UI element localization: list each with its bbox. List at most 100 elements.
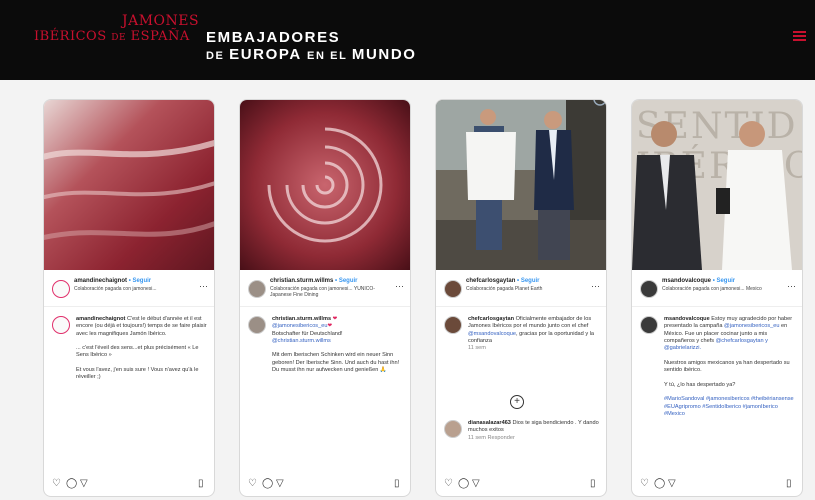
share-icon[interactable]: ▽ — [472, 478, 483, 489]
follow-button[interactable]: • Seguir — [129, 278, 151, 284]
heart-icon[interactable]: ♡ — [52, 478, 63, 489]
brand-logo-red[interactable]: JAMONES IBÉRICOS DE ESPAÑA — [34, 13, 199, 46]
logo-ibericos: IBÉRICOS DE ESPAÑA — [34, 29, 199, 46]
share-icon[interactable]: ▽ — [276, 478, 287, 489]
post-actions: ♡ ◯ ▽ ▯ — [52, 478, 206, 490]
caption-body-3: Et vous l'avez, j'en suis sure ! Vous n'… — [76, 367, 199, 381]
follow-label: Seguir — [338, 278, 358, 284]
brand-logo-embajadores[interactable]: EMBAJADORES DE EUROPA EN EL MUNDO — [206, 29, 417, 65]
follow-label: Seguir — [716, 278, 736, 284]
share-icon[interactable]: ▽ — [80, 478, 91, 489]
logo-europa: EUROPA — [229, 46, 308, 63]
collab-label: Colaboración pagada con jamonesi... Mexi… — [662, 286, 762, 292]
follow-button[interactable]: • Seguir — [335, 278, 357, 284]
heart-icon[interactable]: ♡ — [248, 478, 259, 489]
post-username[interactable]: chefcarlosgaytan • Seguir — [466, 278, 539, 284]
logo-en-el: EN EL — [307, 50, 352, 62]
collab-label: Colaboración pagada Planet Earth — [466, 286, 543, 292]
avatar[interactable] — [52, 280, 70, 298]
avatar[interactable] — [444, 420, 462, 438]
heart-icon[interactable]: ♡ — [640, 478, 651, 489]
mention-link[interactable]: @msandovalcoque — [468, 331, 516, 337]
follow-label: Seguir — [520, 278, 540, 284]
post-header: christian.sturm.willms • Seguir Colabora… — [240, 272, 410, 307]
reply-meta[interactable]: 11 sem Responder — [468, 435, 515, 441]
collab-label: Colaboración pagada con jamonesi... YUNI… — [270, 286, 375, 298]
post-image-chefs-jacket[interactable] — [436, 100, 606, 270]
bookmark-icon[interactable]: ▯ — [198, 478, 209, 489]
bookmark-icon[interactable]: ▯ — [786, 478, 797, 489]
bookmark-icon[interactable]: ▯ — [590, 478, 601, 489]
post-actions: ♡ ◯ ▽ ▯ — [640, 478, 794, 490]
post-image-ham-rosette[interactable] — [240, 100, 410, 270]
avatar[interactable] — [52, 316, 70, 334]
caption-text: chefcarlosgaytan Oficialmente embajador … — [468, 316, 602, 352]
site-header: JAMONES IBÉRICOS DE ESPAÑA EMBAJADORES D… — [0, 0, 815, 80]
instagram-post-card-1: amandinechaignot • Seguir Colaboración p… — [43, 99, 215, 497]
comment-icon[interactable]: ◯ — [262, 478, 273, 489]
logo-de-word: DE — [111, 33, 127, 43]
comment-icon[interactable]: ◯ — [654, 478, 665, 489]
avatar[interactable] — [444, 316, 462, 334]
logo-europa-mundo: DE EUROPA EN EL MUNDO — [206, 46, 417, 65]
follow-button[interactable]: • Seguir — [517, 278, 539, 284]
post-image-sentido-iberico[interactable]: SENTID IBÉRICO — [632, 100, 802, 270]
mention-link[interactable]: @jamonesibericos_eu — [272, 323, 327, 329]
caption-body-3: Nuestros amigos mexicanos ya han despert… — [664, 359, 790, 374]
caption-username[interactable]: christian.sturm.willms — [272, 316, 331, 322]
caption-body-4: Y tú, ¿lo has despertado ya? — [664, 381, 736, 388]
caption-body: Botschafter für Deutschland! — [272, 330, 343, 337]
reply-text: dianasalazar463 Dios te siga bendiciendo… — [468, 420, 602, 442]
avatar[interactable] — [640, 316, 658, 334]
more-options-icon[interactable]: ··· — [395, 281, 404, 291]
logo-mundo: MUNDO — [351, 46, 417, 63]
username-text: christian.sturm.willms — [270, 278, 334, 284]
instagram-post-card-4: SENTID IBÉRICO msandovalcoque • Seguir C… — [631, 99, 803, 497]
hamburger-menu-icon[interactable] — [793, 31, 806, 41]
avatar[interactable] — [248, 280, 266, 298]
collab-label: Colaboración pagada con jamonesi... — [74, 286, 157, 292]
reply-username[interactable]: dianasalazar463 — [468, 420, 511, 426]
post-username[interactable]: christian.sturm.willms • Seguir — [270, 278, 357, 284]
heart-icon[interactable]: ♡ — [444, 478, 455, 489]
post-actions: ♡ ◯ ▽ ▯ — [444, 478, 598, 490]
post-image-ham-slice[interactable] — [44, 100, 214, 270]
logo-espana-word: ESPAÑA — [126, 29, 190, 44]
share-icon[interactable]: ▽ — [668, 478, 679, 489]
bookmark-icon[interactable]: ▯ — [394, 478, 405, 489]
avatar[interactable] — [444, 280, 462, 298]
logo-jamones: JAMONES — [122, 13, 200, 29]
caption-username[interactable]: amandinechaignot — [76, 316, 125, 322]
more-options-icon[interactable]: ··· — [787, 281, 796, 291]
logo-de2: DE — [206, 50, 230, 62]
caption-body-2: Mit dem Iberischen Schinken wird ein neu… — [272, 352, 400, 374]
post-username[interactable]: amandinechaignot • Seguir — [74, 278, 151, 284]
comment-icon[interactable]: ◯ — [458, 478, 469, 489]
post-header: amandinechaignot • Seguir Colaboración p… — [44, 272, 214, 307]
instagram-post-card-2: christian.sturm.willms • Seguir Colabora… — [239, 99, 411, 497]
logo-embajadores: EMBAJADORES — [206, 29, 341, 46]
more-options-icon[interactable]: ··· — [199, 281, 208, 291]
mention-link[interactable]: @christian.sturm.willms — [272, 338, 331, 344]
more-options-icon[interactable]: ··· — [591, 281, 600, 291]
follow-button[interactable]: • Seguir — [713, 278, 735, 284]
caption-body-2: ... c'est l'éveil des sens...et plus pré… — [76, 345, 199, 359]
caption-username[interactable]: chefcarlosgaytan — [468, 316, 514, 322]
hashtags[interactable]: #MarioSandoval #jamonesibericos #theibér… — [664, 396, 794, 417]
avatar[interactable] — [640, 280, 658, 298]
username-text: chefcarlosgaytan — [466, 278, 516, 284]
caption-text: amandinechaignot C'est le début d'année … — [76, 316, 210, 382]
post-username[interactable]: msandovalcoque • Seguir — [662, 278, 735, 284]
mention-link[interactable]: @jamonesibericos_eu — [724, 323, 779, 329]
timestamp: 11 sem — [468, 345, 486, 352]
avatar[interactable] — [248, 316, 266, 334]
username-text: amandinechaignot — [74, 278, 128, 284]
caption-text: msandovalcoque Estoy muy agradecido por … — [664, 316, 798, 418]
load-more-comments-icon[interactable]: + — [510, 395, 524, 409]
logo-ibericos-word: IBÉRICOS — [34, 29, 112, 44]
caption-text: christian.sturm.willms ❤ @jamonesiberico… — [272, 316, 400, 374]
caption-username[interactable]: msandovalcoque — [664, 316, 710, 322]
post-header: chefcarlosgaytan • Seguir Colaboración p… — [436, 272, 606, 307]
follow-label: Seguir — [132, 278, 152, 284]
comment-icon[interactable]: ◯ — [66, 478, 77, 489]
